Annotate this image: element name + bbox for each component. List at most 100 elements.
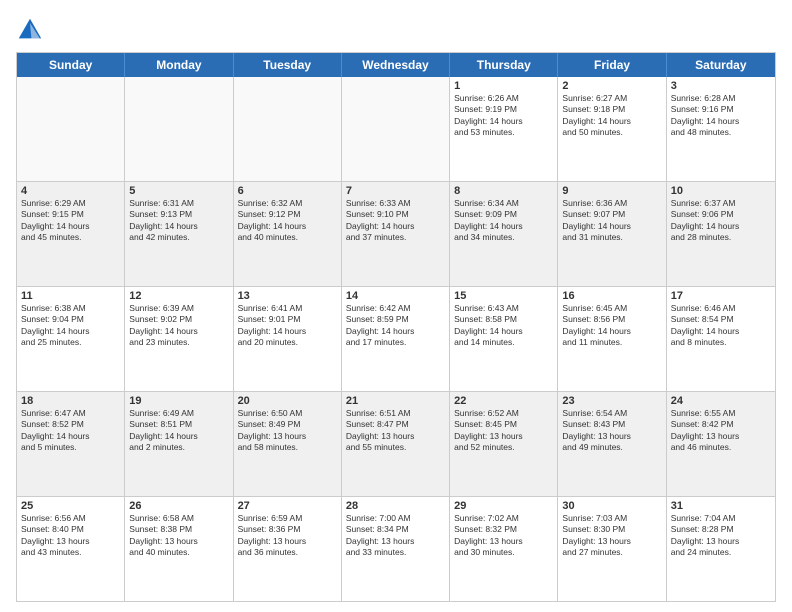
calendar-row-1: 4Sunrise: 6:29 AM Sunset: 9:15 PM Daylig…	[17, 182, 775, 287]
day-number: 11	[21, 290, 120, 302]
cell-info: Sunrise: 6:28 AM Sunset: 9:16 PM Dayligh…	[671, 93, 771, 139]
cell-info: Sunrise: 6:50 AM Sunset: 8:49 PM Dayligh…	[238, 408, 337, 454]
day-number: 22	[454, 395, 553, 407]
cell-info: Sunrise: 6:54 AM Sunset: 8:43 PM Dayligh…	[562, 408, 661, 454]
cell-info: Sunrise: 6:55 AM Sunset: 8:42 PM Dayligh…	[671, 408, 771, 454]
day-number: 21	[346, 395, 445, 407]
day-cell-24: 24Sunrise: 6:55 AM Sunset: 8:42 PM Dayli…	[667, 392, 775, 496]
header-day-wednesday: Wednesday	[342, 53, 450, 77]
header-day-saturday: Saturday	[667, 53, 775, 77]
day-number: 27	[238, 500, 337, 512]
page: SundayMondayTuesdayWednesdayThursdayFrid…	[0, 0, 792, 612]
day-cell-6: 6Sunrise: 6:32 AM Sunset: 9:12 PM Daylig…	[234, 182, 342, 286]
day-cell-4: 4Sunrise: 6:29 AM Sunset: 9:15 PM Daylig…	[17, 182, 125, 286]
cell-info: Sunrise: 6:52 AM Sunset: 8:45 PM Dayligh…	[454, 408, 553, 454]
day-number: 7	[346, 185, 445, 197]
day-number: 3	[671, 80, 771, 92]
cell-info: Sunrise: 6:31 AM Sunset: 9:13 PM Dayligh…	[129, 198, 228, 244]
cell-info: Sunrise: 7:02 AM Sunset: 8:32 PM Dayligh…	[454, 513, 553, 559]
day-cell-1: 1Sunrise: 6:26 AM Sunset: 9:19 PM Daylig…	[450, 77, 558, 181]
cell-info: Sunrise: 6:45 AM Sunset: 8:56 PM Dayligh…	[562, 303, 661, 349]
day-cell-29: 29Sunrise: 7:02 AM Sunset: 8:32 PM Dayli…	[450, 497, 558, 601]
header	[16, 16, 776, 44]
day-number: 8	[454, 185, 553, 197]
day-number: 25	[21, 500, 120, 512]
day-cell-2: 2Sunrise: 6:27 AM Sunset: 9:18 PM Daylig…	[558, 77, 666, 181]
calendar-row-2: 11Sunrise: 6:38 AM Sunset: 9:04 PM Dayli…	[17, 287, 775, 392]
empty-cell-0-3	[342, 77, 450, 181]
cell-info: Sunrise: 7:00 AM Sunset: 8:34 PM Dayligh…	[346, 513, 445, 559]
day-number: 29	[454, 500, 553, 512]
header-day-monday: Monday	[125, 53, 233, 77]
day-number: 31	[671, 500, 771, 512]
day-cell-8: 8Sunrise: 6:34 AM Sunset: 9:09 PM Daylig…	[450, 182, 558, 286]
cell-info: Sunrise: 6:38 AM Sunset: 9:04 PM Dayligh…	[21, 303, 120, 349]
day-cell-16: 16Sunrise: 6:45 AM Sunset: 8:56 PM Dayli…	[558, 287, 666, 391]
header-day-friday: Friday	[558, 53, 666, 77]
cell-info: Sunrise: 6:29 AM Sunset: 9:15 PM Dayligh…	[21, 198, 120, 244]
empty-cell-0-2	[234, 77, 342, 181]
day-number: 20	[238, 395, 337, 407]
day-cell-13: 13Sunrise: 6:41 AM Sunset: 9:01 PM Dayli…	[234, 287, 342, 391]
day-number: 17	[671, 290, 771, 302]
day-cell-5: 5Sunrise: 6:31 AM Sunset: 9:13 PM Daylig…	[125, 182, 233, 286]
cell-info: Sunrise: 6:46 AM Sunset: 8:54 PM Dayligh…	[671, 303, 771, 349]
day-number: 5	[129, 185, 228, 197]
day-cell-27: 27Sunrise: 6:59 AM Sunset: 8:36 PM Dayli…	[234, 497, 342, 601]
cell-info: Sunrise: 6:43 AM Sunset: 8:58 PM Dayligh…	[454, 303, 553, 349]
cell-info: Sunrise: 6:58 AM Sunset: 8:38 PM Dayligh…	[129, 513, 228, 559]
day-cell-3: 3Sunrise: 6:28 AM Sunset: 9:16 PM Daylig…	[667, 77, 775, 181]
cell-info: Sunrise: 6:26 AM Sunset: 9:19 PM Dayligh…	[454, 93, 553, 139]
day-number: 19	[129, 395, 228, 407]
day-number: 15	[454, 290, 553, 302]
day-cell-21: 21Sunrise: 6:51 AM Sunset: 8:47 PM Dayli…	[342, 392, 450, 496]
calendar: SundayMondayTuesdayWednesdayThursdayFrid…	[16, 52, 776, 602]
cell-info: Sunrise: 6:36 AM Sunset: 9:07 PM Dayligh…	[562, 198, 661, 244]
calendar-row-0: 1Sunrise: 6:26 AM Sunset: 9:19 PM Daylig…	[17, 77, 775, 182]
cell-info: Sunrise: 7:04 AM Sunset: 8:28 PM Dayligh…	[671, 513, 771, 559]
day-number: 30	[562, 500, 661, 512]
day-cell-9: 9Sunrise: 6:36 AM Sunset: 9:07 PM Daylig…	[558, 182, 666, 286]
header-day-sunday: Sunday	[17, 53, 125, 77]
day-cell-22: 22Sunrise: 6:52 AM Sunset: 8:45 PM Dayli…	[450, 392, 558, 496]
day-cell-19: 19Sunrise: 6:49 AM Sunset: 8:51 PM Dayli…	[125, 392, 233, 496]
day-cell-7: 7Sunrise: 6:33 AM Sunset: 9:10 PM Daylig…	[342, 182, 450, 286]
day-number: 14	[346, 290, 445, 302]
cell-info: Sunrise: 6:49 AM Sunset: 8:51 PM Dayligh…	[129, 408, 228, 454]
calendar-row-3: 18Sunrise: 6:47 AM Sunset: 8:52 PM Dayli…	[17, 392, 775, 497]
day-number: 28	[346, 500, 445, 512]
day-cell-25: 25Sunrise: 6:56 AM Sunset: 8:40 PM Dayli…	[17, 497, 125, 601]
day-cell-23: 23Sunrise: 6:54 AM Sunset: 8:43 PM Dayli…	[558, 392, 666, 496]
cell-info: Sunrise: 7:03 AM Sunset: 8:30 PM Dayligh…	[562, 513, 661, 559]
day-number: 16	[562, 290, 661, 302]
calendar-row-4: 25Sunrise: 6:56 AM Sunset: 8:40 PM Dayli…	[17, 497, 775, 601]
cell-info: Sunrise: 6:33 AM Sunset: 9:10 PM Dayligh…	[346, 198, 445, 244]
day-number: 1	[454, 80, 553, 92]
day-cell-26: 26Sunrise: 6:58 AM Sunset: 8:38 PM Dayli…	[125, 497, 233, 601]
header-day-tuesday: Tuesday	[234, 53, 342, 77]
cell-info: Sunrise: 6:51 AM Sunset: 8:47 PM Dayligh…	[346, 408, 445, 454]
day-cell-12: 12Sunrise: 6:39 AM Sunset: 9:02 PM Dayli…	[125, 287, 233, 391]
day-number: 6	[238, 185, 337, 197]
cell-info: Sunrise: 6:41 AM Sunset: 9:01 PM Dayligh…	[238, 303, 337, 349]
day-number: 10	[671, 185, 771, 197]
logo-icon	[16, 16, 44, 44]
cell-info: Sunrise: 6:59 AM Sunset: 8:36 PM Dayligh…	[238, 513, 337, 559]
cell-info: Sunrise: 6:37 AM Sunset: 9:06 PM Dayligh…	[671, 198, 771, 244]
cell-info: Sunrise: 6:39 AM Sunset: 9:02 PM Dayligh…	[129, 303, 228, 349]
day-cell-11: 11Sunrise: 6:38 AM Sunset: 9:04 PM Dayli…	[17, 287, 125, 391]
day-number: 26	[129, 500, 228, 512]
day-cell-31: 31Sunrise: 7:04 AM Sunset: 8:28 PM Dayli…	[667, 497, 775, 601]
day-number: 2	[562, 80, 661, 92]
day-number: 18	[21, 395, 120, 407]
day-number: 24	[671, 395, 771, 407]
day-cell-14: 14Sunrise: 6:42 AM Sunset: 8:59 PM Dayli…	[342, 287, 450, 391]
day-cell-17: 17Sunrise: 6:46 AM Sunset: 8:54 PM Dayli…	[667, 287, 775, 391]
cell-info: Sunrise: 6:47 AM Sunset: 8:52 PM Dayligh…	[21, 408, 120, 454]
cell-info: Sunrise: 6:42 AM Sunset: 8:59 PM Dayligh…	[346, 303, 445, 349]
day-cell-28: 28Sunrise: 7:00 AM Sunset: 8:34 PM Dayli…	[342, 497, 450, 601]
empty-cell-0-1	[125, 77, 233, 181]
cell-info: Sunrise: 6:34 AM Sunset: 9:09 PM Dayligh…	[454, 198, 553, 244]
cell-info: Sunrise: 6:56 AM Sunset: 8:40 PM Dayligh…	[21, 513, 120, 559]
day-number: 13	[238, 290, 337, 302]
